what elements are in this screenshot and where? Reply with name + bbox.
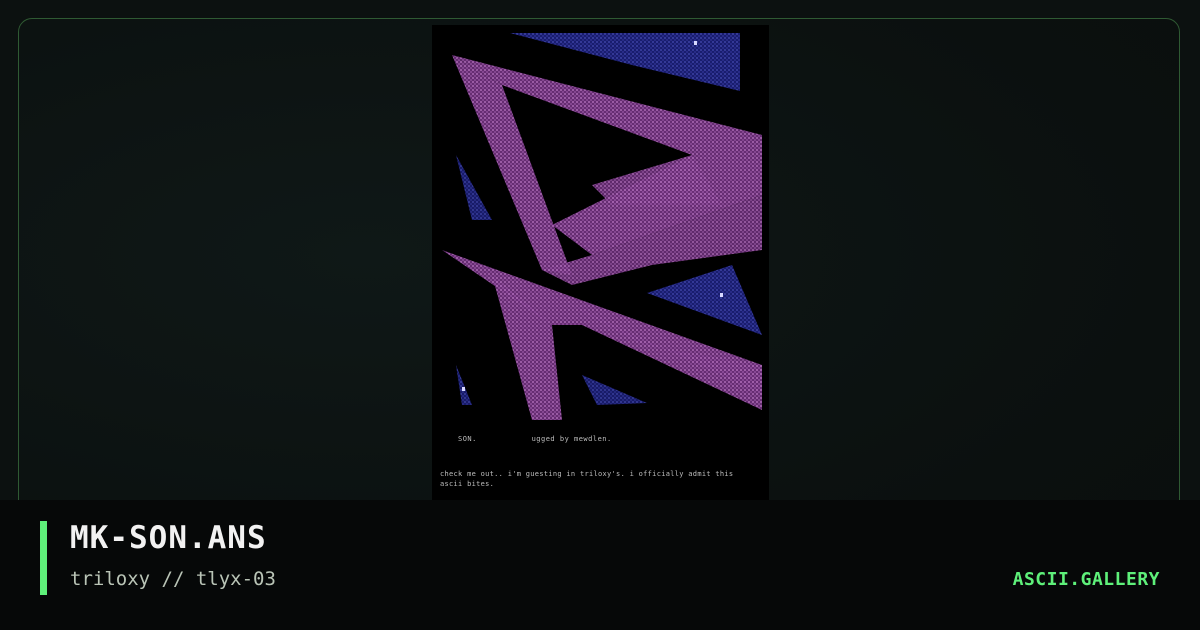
artwork-note: check me out.. i'm guesting in triloxy's… xyxy=(440,470,734,488)
footer-panel: MK-SON.ANS triloxy // tlyx-03 ASCII.GALL… xyxy=(0,500,1200,630)
artwork-caption-title: SON. xyxy=(458,435,477,443)
ansi-artwork: SON. ugged by mewdlen. check me out.. i'… xyxy=(432,25,769,500)
artwork-graphic xyxy=(442,33,762,420)
artwork-caption-signature: ugged by mewdlen. xyxy=(531,435,612,443)
artwork-title: MK-SON.ANS xyxy=(70,520,267,556)
site-brand: ASCII.GALLERY xyxy=(1012,569,1160,590)
artwork-caption: SON. ugged by mewdlen. xyxy=(458,435,612,443)
accent-bar xyxy=(40,521,47,595)
artwork-subtitle: triloxy // tlyx-03 xyxy=(70,568,276,590)
